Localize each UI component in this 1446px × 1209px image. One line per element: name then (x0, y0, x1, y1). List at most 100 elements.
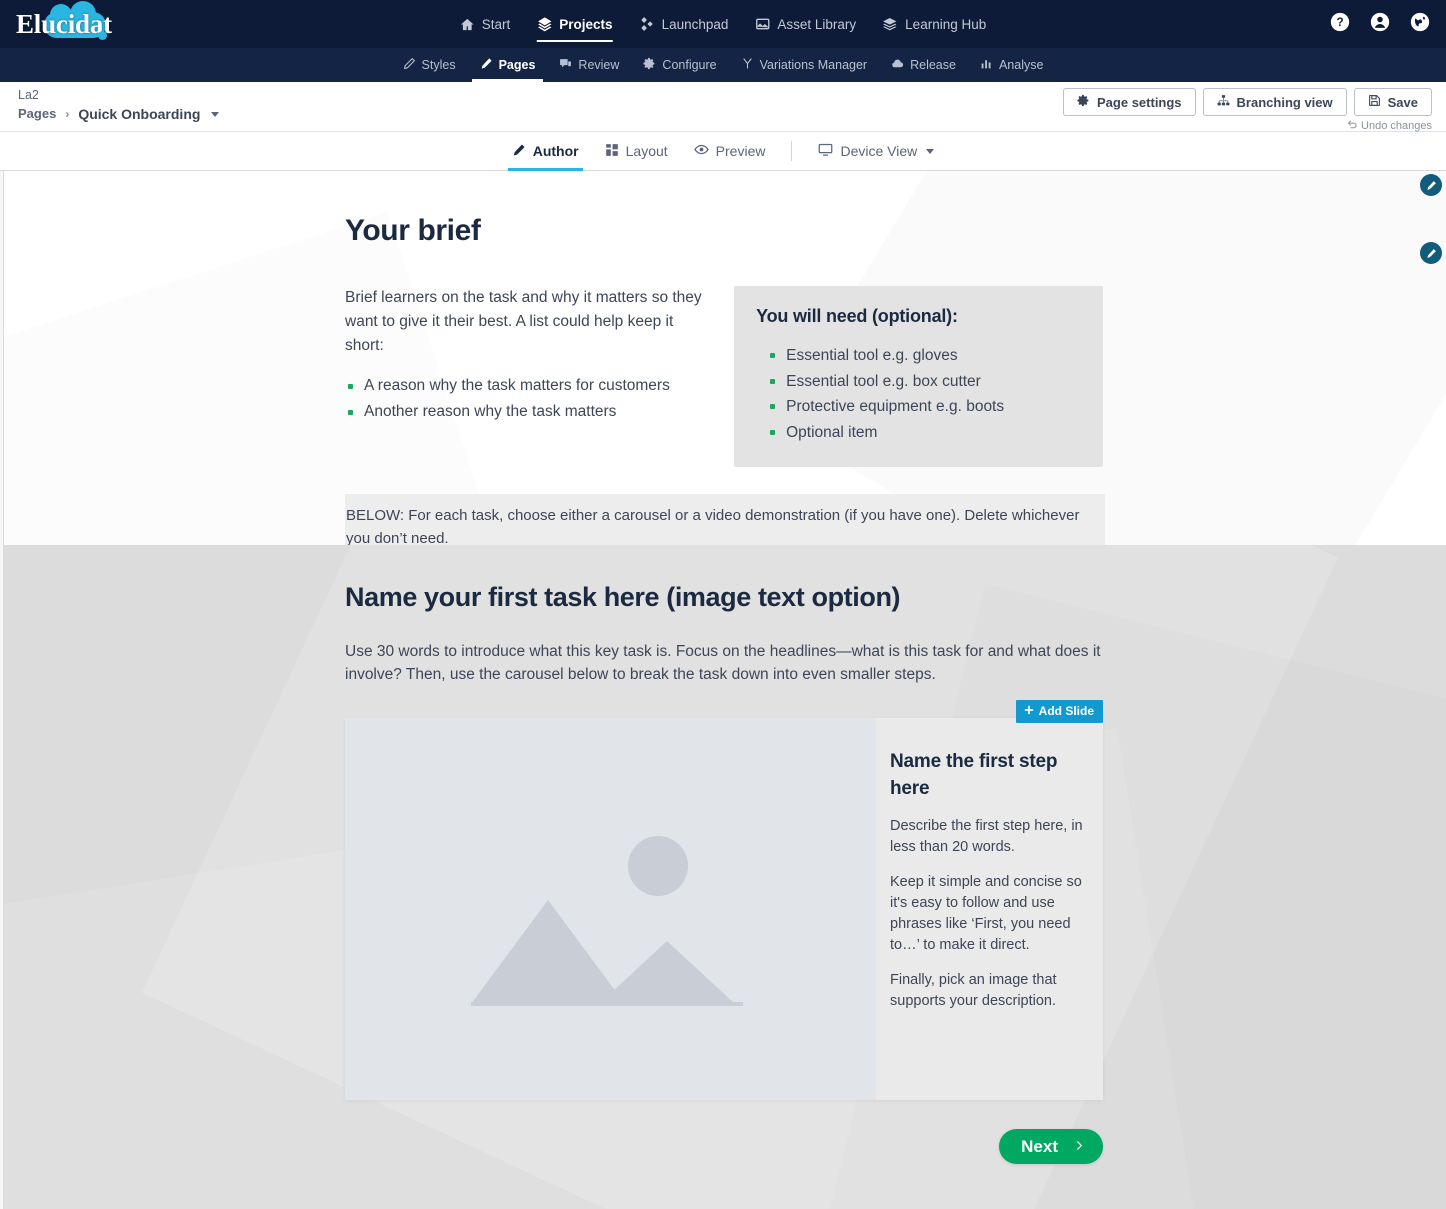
tab-label-author: Author (532, 143, 579, 159)
subnav-item-review[interactable]: Review (559, 48, 619, 82)
breadcrumb: La2 Pages › Quick Onboarding (18, 87, 220, 124)
home-icon (460, 17, 475, 32)
slide-heading: Name the first step here (890, 751, 1058, 799)
edit-section-pin-top[interactable] (1420, 174, 1442, 196)
slide-nav-row: Next (345, 1129, 1103, 1164)
save-disk-icon (1368, 94, 1381, 110)
pencil-icon (480, 57, 493, 73)
nav-item-projects[interactable]: Projects (536, 0, 613, 48)
nav-label-start: Start (481, 16, 511, 32)
subnav-label-variations-manager: Variations Manager (759, 58, 868, 72)
author-note-band: BELOW: For each task, choose either a ca… (345, 494, 1105, 545)
list-item: Essential tool e.g. box cutter (756, 369, 1081, 395)
slide-paragraph: Keep it simple and concise so it's easy … (890, 874, 1082, 953)
save-button[interactable]: Save (1353, 88, 1432, 116)
placeholder-sun-shape (628, 836, 688, 896)
section-first-task: Name your first task here (image text op… (0, 545, 1446, 1209)
placeholder-ground-line (471, 1002, 743, 1006)
subnav-item-pages[interactable]: Pages (471, 48, 544, 82)
slide-paragraph: Finally, pick an image that supports you… (890, 972, 1057, 1009)
undo-arrow-icon (1347, 119, 1358, 133)
next-button[interactable]: Next (999, 1129, 1103, 1164)
you-will-need-list: Essential tool e.g. gloves Essential too… (756, 343, 1081, 445)
tab-label-layout: Layout (625, 143, 668, 159)
list-item: A reason why the task matters for custom… (345, 373, 710, 399)
tab-layout[interactable]: Layout (605, 132, 668, 171)
subnav-item-configure[interactable]: Configure (643, 48, 717, 82)
edit-block-pin-brief[interactable] (1420, 242, 1442, 264)
chevron-right-icon (1074, 1137, 1085, 1157)
brief-text-column: Brief learners on the task and why it ma… (345, 286, 710, 467)
cloud-icon (891, 57, 904, 73)
nav-item-learning-hub[interactable]: Learning Hub (882, 0, 986, 48)
grid-icon (605, 143, 619, 160)
branching-view-label: Branching view (1236, 94, 1333, 110)
logo-dot-shape (98, 31, 107, 40)
brief-paragraph: Brief learners on the task and why it ma… (345, 289, 702, 354)
nav-label-asset-library: Asset Library (777, 16, 857, 32)
plus-icon (1024, 704, 1034, 718)
carousel-slide[interactable]: Add Slide Name the first step here Descr… (345, 700, 1103, 1100)
subnav-label-variations: Configure (662, 58, 717, 72)
nav-label-launchpad: Launchpad (661, 16, 729, 32)
subnav-item-release[interactable]: Release (891, 48, 956, 82)
branch-icon (741, 57, 754, 73)
breadcrumb-root-link[interactable]: Pages (18, 104, 56, 124)
page-canvas: Your brief Brief learners on the task an… (0, 171, 1446, 1209)
you-will-need-title: You will need (optional): (756, 306, 958, 326)
subnav-label-pages: Pages (498, 58, 536, 72)
account-icon[interactable] (1370, 12, 1390, 37)
add-slide-label: Add Slide (1038, 704, 1094, 718)
subnav-label-analyse: Analyse (998, 58, 1044, 72)
bar-chart-icon (980, 57, 993, 73)
page-title: Your brief (345, 214, 481, 247)
undo-changes-link[interactable]: Undo changes (1347, 119, 1432, 133)
tab-divider (791, 141, 793, 161)
page-settings-button[interactable]: Page settings (1063, 88, 1196, 116)
breadcrumb-separator-icon: › (65, 107, 70, 121)
slide-image-placeholder[interactable] (345, 718, 876, 1100)
tab-preview[interactable]: Preview (693, 132, 765, 171)
section-your-brief: Your brief Brief learners on the task an… (0, 171, 1446, 545)
add-slide-button[interactable]: Add Slide (1015, 700, 1103, 723)
undo-changes-label: Undo changes (1361, 120, 1432, 132)
monitor-icon (818, 142, 833, 160)
elucidat-logo[interactable]: Elucidat (16, 1, 136, 44)
subnav-item-styles[interactable]: Styles (403, 48, 456, 82)
nav-label-learning-hub: Learning Hub (905, 16, 987, 32)
branching-view-button[interactable]: Branching view (1202, 88, 1347, 116)
list-item: Optional item (756, 420, 1081, 446)
help-icon[interactable]: ? (1330, 12, 1350, 37)
nav-item-asset-library[interactable]: Asset Library (754, 0, 856, 48)
chevron-down-icon[interactable] (211, 111, 220, 117)
page-toolbar: La2 Pages › Quick Onboarding Page settin… (0, 82, 1446, 132)
nav-item-start[interactable]: Start (460, 0, 511, 48)
brief-columns: Brief learners on the task and why it ma… (345, 286, 1103, 467)
page-action-buttons: Page settings Branching view Save (1063, 88, 1432, 116)
task-intro-paragraph: Use 30 words to introduce what this key … (345, 643, 1101, 683)
eye-icon (693, 142, 709, 160)
nav-label-projects: Projects (559, 16, 613, 32)
subnav-item-analyse[interactable]: Analyse (980, 48, 1043, 82)
you-will-need-box: You will need (optional): Essential tool… (734, 286, 1103, 467)
chevron-down-icon[interactable] (926, 148, 935, 154)
next-label: Next (1021, 1136, 1058, 1156)
globe-icon[interactable] (1410, 12, 1430, 37)
hierarchy-icon (1217, 94, 1230, 110)
subnav-label-styles: Styles (421, 58, 456, 72)
subnav-item-variations-manager[interactable]: Variations Manager (741, 48, 867, 82)
breadcrumb-current-page[interactable]: Quick Onboarding (78, 104, 200, 124)
book-stack-icon (882, 16, 898, 32)
main-navigation: Start Projects Launchpad Asset Library L (460, 0, 986, 48)
tab-device-view[interactable]: Device View (818, 132, 935, 171)
author-note-text: BELOW: For each task, choose either a ca… (346, 507, 1080, 545)
placeholder-mountain-small (599, 941, 735, 1004)
breadcrumb-project: La2 (18, 88, 39, 102)
tab-label-device-view: Device View (840, 143, 918, 159)
subnav-label-release: Release (910, 58, 956, 72)
nav-item-launchpad[interactable]: Launchpad (639, 0, 729, 48)
tab-author[interactable]: Author (507, 132, 583, 171)
pencil-icon (512, 143, 526, 160)
save-label: Save (1387, 94, 1418, 110)
project-subnav: Styles Pages Review Configure Variations… (0, 48, 1446, 82)
